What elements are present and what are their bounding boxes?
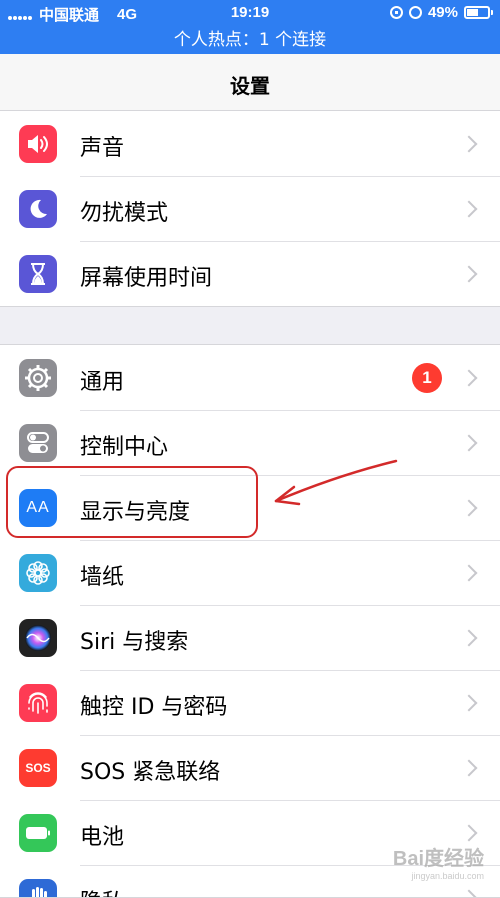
battery-icon [19, 814, 57, 852]
settings-row-label: 电池 [80, 825, 125, 850]
settings-row-emergency-sos[interactable]: SOS SOS 紧急联络 [0, 735, 500, 800]
navigation-bar: 设置 [0, 54, 500, 111]
rotation-lock-icon [389, 6, 403, 19]
settings-row-label: 墙纸 [80, 565, 125, 590]
hand-icon [19, 879, 57, 897]
settings-row-siri-search[interactable]: Siri 与搜索 [0, 605, 500, 670]
settings-row-label: 触控 ID 与密码 [80, 695, 228, 720]
page-title: 设置 [230, 74, 270, 98]
chevron-right-icon [460, 824, 478, 842]
settings-row-touch-id-passcode[interactable]: 触控 ID 与密码 [0, 670, 500, 735]
fingerprint-icon [19, 684, 57, 722]
battery-status-icon [464, 6, 493, 19]
chevron-right-icon [460, 499, 478, 517]
sos-icon: SOS [19, 749, 57, 787]
settings-row-wallpaper[interactable]: 墙纸 [0, 540, 500, 605]
chevron-right-icon [460, 629, 478, 647]
chevron-right-icon [460, 759, 478, 777]
toggles-icon [19, 424, 57, 462]
chevron-right-icon [460, 889, 478, 897]
hourglass-icon [19, 255, 57, 293]
settings-row-screen-time[interactable]: 屏幕使用时间 [0, 241, 500, 306]
settings-row-label: SOS 紧急联络 [80, 760, 221, 785]
settings-row-label: Siri 与搜索 [80, 630, 189, 655]
flower-icon [19, 554, 57, 592]
watermark-url: jingyan.baidu.com [411, 871, 484, 881]
notification-badge: 1 [412, 363, 442, 393]
chevron-right-icon [460, 135, 478, 153]
settings-row-label: 隐私 [80, 884, 124, 897]
moon-icon [19, 190, 57, 228]
settings-row-label: 通用 [80, 370, 125, 395]
chevron-right-icon [460, 369, 478, 387]
settings-row-label: 屏幕使用时间 [80, 266, 213, 291]
siri-icon [19, 619, 57, 657]
gear-icon [19, 359, 57, 397]
battery-percent: 49% [427, 4, 458, 21]
settings-row-display-brightness[interactable]: AA 显示与亮度 [0, 475, 500, 540]
speaker-icon [19, 125, 57, 163]
hotspot-banner[interactable]: 个人热点：1 个连接 [0, 27, 500, 54]
settings-row-general[interactable]: 通用 1 [0, 345, 500, 410]
chevron-right-icon [460, 265, 478, 283]
settings-row-label: 勿扰模式 [80, 201, 169, 226]
text-size-icon: AA [19, 489, 57, 527]
settings-row-do-not-disturb[interactable]: 勿扰模式 [0, 176, 500, 241]
settings-row-control-center[interactable]: 控制中心 [0, 410, 500, 475]
chevron-right-icon [460, 200, 478, 218]
chevron-right-icon [460, 434, 478, 452]
watermark: Bai度经验 jingyan.baidu.com [393, 842, 484, 881]
chevron-right-icon [460, 694, 478, 712]
chevron-right-icon [460, 564, 478, 582]
settings-row-sounds[interactable]: 声音 [0, 111, 500, 176]
alarm-icon [408, 6, 422, 19]
settings-group-2: 通用 1 控制中心 AA 显示与亮度 墙纸 Siri 与搜索 触控 ID 与密码… [0, 344, 500, 898]
settings-row-label: 显示与亮度 [80, 500, 191, 525]
watermark-logo: Bai度经验 [392, 848, 484, 870]
settings-group-1: 声音 勿扰模式 屏幕使用时间 [0, 110, 500, 307]
settings-row-label: 控制中心 [80, 435, 169, 460]
settings-row-label: 声音 [80, 136, 125, 161]
status-bar: 中国联通 4G 19:19 49% [0, 0, 500, 27]
